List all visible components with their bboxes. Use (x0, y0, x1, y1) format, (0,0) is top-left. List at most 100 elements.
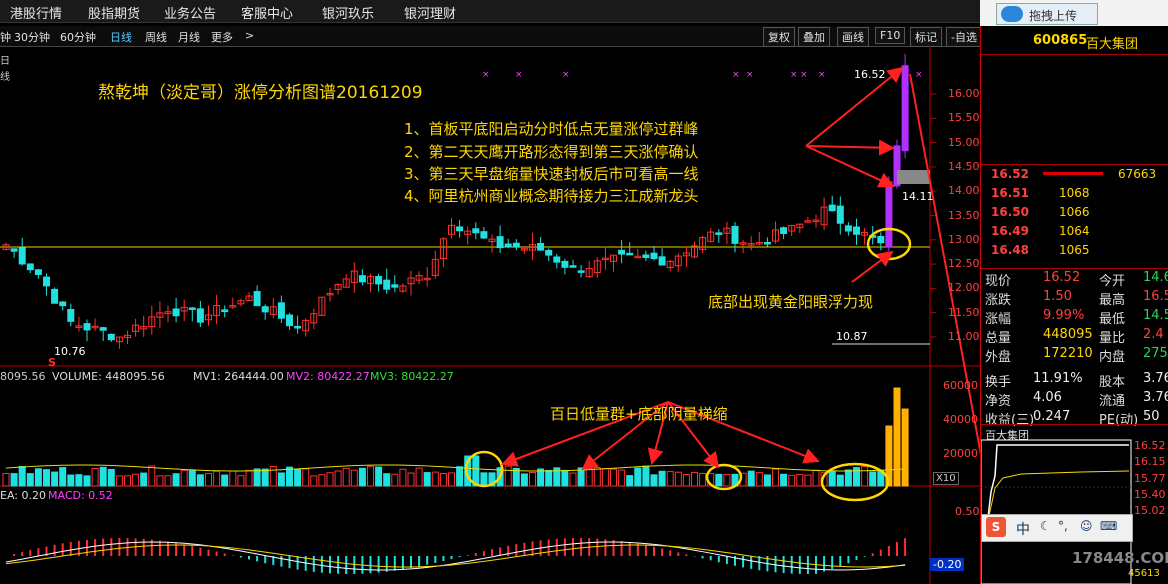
tab-30min[interactable]: 30分钟 (14, 29, 50, 45)
candle-body (18, 247, 26, 265)
orderbook-row[interactable]: 16.48 1065 (991, 243, 1090, 257)
volume-bar (172, 473, 180, 487)
nav-item-hk[interactable]: 港股行情 (10, 3, 62, 22)
volume-bar (448, 472, 455, 487)
candle-body (456, 226, 464, 232)
adjust-button[interactable]: 复权 (763, 27, 795, 47)
volume-bar (245, 469, 253, 487)
upload-button[interactable]: 拖拽上传 (996, 3, 1098, 25)
nav-item-futures[interactable]: 股指期货 (88, 3, 140, 22)
orderbook-row[interactable]: 16.52 67663 (991, 167, 1156, 181)
stat-label: 换手 (985, 375, 1012, 390)
volume-bar (318, 474, 326, 487)
volume-bar (10, 473, 18, 487)
volume-bar (253, 468, 261, 487)
stat-label: 最高 (1099, 293, 1126, 308)
candle-body (828, 204, 836, 212)
volume-bar (836, 474, 844, 487)
volume-bar (407, 472, 415, 487)
event-mark: × (515, 70, 523, 80)
stat-label: 涨跌 (985, 293, 1012, 308)
candle-body (844, 225, 852, 232)
draw-line-button[interactable]: 画线 (837, 27, 869, 47)
volume-legend-mv1: MV1: 264444.00 (193, 370, 284, 383)
stat-label: 外盘 (985, 350, 1012, 365)
candle-body (885, 181, 893, 248)
stat-label: 总量 (985, 331, 1012, 346)
nav-item-yinhe-jiule[interactable]: 银河玖乐 (322, 3, 374, 22)
tab-min[interactable]: 钟 (0, 29, 11, 45)
chevron-right-icon[interactable]: > (245, 29, 254, 42)
ime-chinese-toggle[interactable]: 中 (1016, 519, 1030, 539)
stat-label: 股本 (1099, 375, 1126, 390)
watchlist-button[interactable]: -自选 (946, 27, 982, 47)
event-mark: × (800, 70, 808, 80)
orderbook-price: 16.48 (991, 243, 1029, 257)
volume-bar (310, 475, 318, 487)
candle-body (51, 288, 59, 304)
mark-button[interactable]: 标记 (910, 27, 942, 47)
volume-bar (334, 470, 342, 487)
volume-bar (439, 473, 447, 487)
volume-bar (124, 475, 131, 487)
volume-bar (164, 475, 172, 487)
volume-bar (593, 467, 601, 487)
vol-axis-40000: 40000 (943, 413, 978, 426)
volume-bar (415, 467, 423, 487)
volume-bar (350, 469, 358, 487)
overlay-button[interactable]: 叠加 (798, 27, 830, 47)
punctuation-icon[interactable]: °, (1058, 519, 1068, 533)
tab-monthly[interactable]: 月线 (178, 29, 200, 45)
nav-item-yinhe-licai[interactable]: 银河理财 (404, 3, 456, 22)
price-tick-label: 11.00 (948, 330, 980, 343)
volume-bar (180, 469, 188, 487)
tab-weekly[interactable]: 周线 (145, 29, 167, 45)
candle-body (626, 252, 634, 256)
orderbook-price: 16.49 (991, 224, 1029, 238)
ime-s-icon: S (986, 517, 1006, 537)
candle-body (512, 242, 520, 248)
volume-bar (91, 468, 99, 487)
candle-body (569, 265, 577, 268)
tab-daily[interactable]: 日线 (110, 29, 132, 45)
candle-body (99, 327, 107, 331)
volume-bar (237, 475, 245, 487)
stat-label: 净资 (985, 394, 1012, 409)
volume-bar (780, 473, 788, 487)
moon-icon[interactable]: ☾ (1040, 519, 1051, 533)
candle-body (294, 325, 302, 329)
volume-bar (610, 468, 617, 487)
candle-body (618, 249, 626, 255)
keyboard-icon[interactable]: ⌨ (1100, 519, 1117, 533)
stat-label: 今开 (1099, 274, 1126, 289)
f10-button[interactable]: F10 (875, 27, 906, 44)
event-mark: × (732, 70, 740, 80)
nav-item-service[interactable]: 客服中心 (241, 3, 293, 22)
orderbook-divider (1043, 172, 1103, 175)
candle-body (277, 302, 285, 319)
candle-body (221, 309, 229, 313)
event-mark: × (746, 70, 754, 80)
tab-more[interactable]: 更多 (211, 29, 233, 45)
orderbook-row[interactable]: 16.51 1068 (991, 186, 1090, 200)
event-mark: × (482, 70, 490, 80)
mark-label: 14.11 (902, 190, 934, 203)
volume-bar (691, 471, 698, 487)
ime-toolbar[interactable]: S 中 ☾ °, ☺ ⌨ (981, 514, 1133, 542)
orderbook-row[interactable]: 16.49 1064 (991, 224, 1090, 238)
orderbook-row[interactable]: 16.50 1066 (991, 205, 1090, 219)
tab-60min[interactable]: 60分钟 (60, 29, 96, 45)
candle-body (172, 308, 180, 317)
orderbook-volume: 1068 (1059, 186, 1090, 200)
orderbook-price: 16.52 (991, 167, 1029, 181)
candle-body (59, 301, 67, 307)
stat-value: 11.91% (1033, 371, 1083, 386)
volume-bar (358, 467, 366, 487)
nav-item-notice[interactable]: 业务公告 (164, 3, 216, 22)
candle-body (731, 226, 739, 244)
stat-value: 14.5 (1143, 308, 1168, 323)
price-tick-label: 14.50 (948, 159, 980, 173)
volume-bar (156, 475, 164, 487)
smile-icon[interactable]: ☺ (1080, 519, 1093, 533)
volume-bar (788, 474, 796, 487)
